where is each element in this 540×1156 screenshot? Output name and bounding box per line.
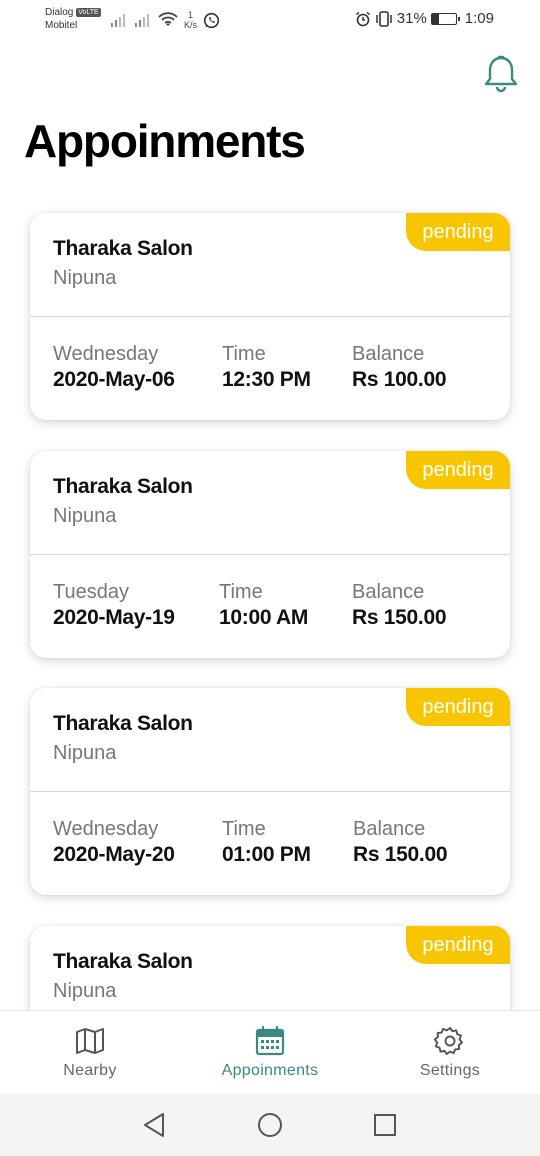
time-label: Time bbox=[222, 818, 266, 840]
home-circle-icon[interactable] bbox=[255, 1110, 285, 1140]
time-value: 01:00 PM bbox=[222, 843, 311, 866]
balance-column: Balance Rs 150.00 bbox=[353, 817, 448, 869]
balance-label: Balance bbox=[353, 818, 426, 840]
appointment-card[interactable]: pending Tharaka Salon Nipuna Wednesday 2… bbox=[30, 688, 510, 895]
card-divider bbox=[30, 791, 510, 792]
time-column: Time 01:00 PM bbox=[222, 817, 311, 869]
nav-nearby[interactable]: Nearby bbox=[0, 1011, 180, 1095]
recents-square-icon[interactable] bbox=[370, 1110, 400, 1140]
day-label: Wednesday bbox=[53, 343, 159, 365]
date-column: Tuesday 2020-May-19 bbox=[53, 580, 175, 632]
day-label: Wednesday bbox=[53, 818, 159, 840]
time-column: Time 10:00 AM bbox=[219, 580, 308, 632]
balance-label: Balance bbox=[352, 343, 425, 365]
stylist-name: Nipuna bbox=[53, 505, 117, 527]
appointment-card[interactable]: pending Tharaka Salon Nipuna bbox=[30, 926, 510, 1010]
stylist-name: Nipuna bbox=[53, 267, 117, 289]
card-divider bbox=[30, 554, 510, 555]
balance-value: Rs 100.00 bbox=[352, 368, 447, 391]
system-nav-bar bbox=[0, 1094, 540, 1156]
status-badge: pending bbox=[406, 451, 510, 489]
status-badge: pending bbox=[406, 926, 510, 964]
nav-settings[interactable]: Settings bbox=[360, 1011, 540, 1095]
status-badge: pending bbox=[406, 688, 510, 726]
bottom-nav: Nearby Appoinments Settings bbox=[0, 1010, 540, 1094]
salon-name: Tharaka Salon bbox=[53, 950, 193, 973]
page-title: Appoinments bbox=[24, 115, 306, 167]
balance-value: Rs 150.00 bbox=[353, 843, 448, 866]
card-divider bbox=[30, 316, 510, 317]
stylist-name: Nipuna bbox=[53, 742, 117, 764]
stylist-name: Nipuna bbox=[53, 980, 117, 1002]
date-value: 2020-May-06 bbox=[53, 368, 175, 391]
gear-icon bbox=[434, 1027, 463, 1055]
nav-settings-label: Settings bbox=[419, 1062, 481, 1079]
nav-appointments-label: Appoinments bbox=[221, 1062, 319, 1079]
calendar-icon bbox=[255, 1025, 285, 1056]
date-column: Wednesday 2020-May-06 bbox=[53, 342, 175, 394]
balance-column: Balance Rs 150.00 bbox=[352, 580, 447, 632]
nav-nearby-label: Nearby bbox=[63, 1062, 117, 1079]
back-triangle-icon[interactable] bbox=[140, 1110, 170, 1140]
salon-name: Tharaka Salon bbox=[53, 475, 193, 498]
appointments-list[interactable]: Appoinments pending Tharaka Salon Nipuna… bbox=[0, 0, 540, 1010]
date-column: Wednesday 2020-May-20 bbox=[53, 817, 175, 869]
balance-column: Balance Rs 100.00 bbox=[352, 342, 447, 394]
time-value: 10:00 AM bbox=[219, 606, 309, 629]
time-column: Time 12:30 PM bbox=[222, 342, 311, 394]
status-badge: pending bbox=[406, 213, 510, 251]
balance-label: Balance bbox=[352, 581, 425, 603]
time-value: 12:30 PM bbox=[222, 368, 311, 391]
date-value: 2020-May-19 bbox=[53, 606, 175, 629]
day-label: Tuesday bbox=[53, 581, 129, 603]
map-icon bbox=[76, 1028, 104, 1054]
balance-value: Rs 150.00 bbox=[352, 606, 447, 629]
salon-name: Tharaka Salon bbox=[53, 237, 193, 260]
appointment-card[interactable]: pending Tharaka Salon Nipuna Wednesday 2… bbox=[30, 213, 510, 420]
time-label: Time bbox=[222, 343, 266, 365]
time-label: Time bbox=[219, 581, 263, 603]
nav-appointments[interactable]: Appoinments bbox=[180, 1011, 360, 1095]
appointment-card[interactable]: pending Tharaka Salon Nipuna Tuesday 202… bbox=[30, 451, 510, 658]
salon-name: Tharaka Salon bbox=[53, 712, 193, 735]
date-value: 2020-May-20 bbox=[53, 843, 175, 866]
